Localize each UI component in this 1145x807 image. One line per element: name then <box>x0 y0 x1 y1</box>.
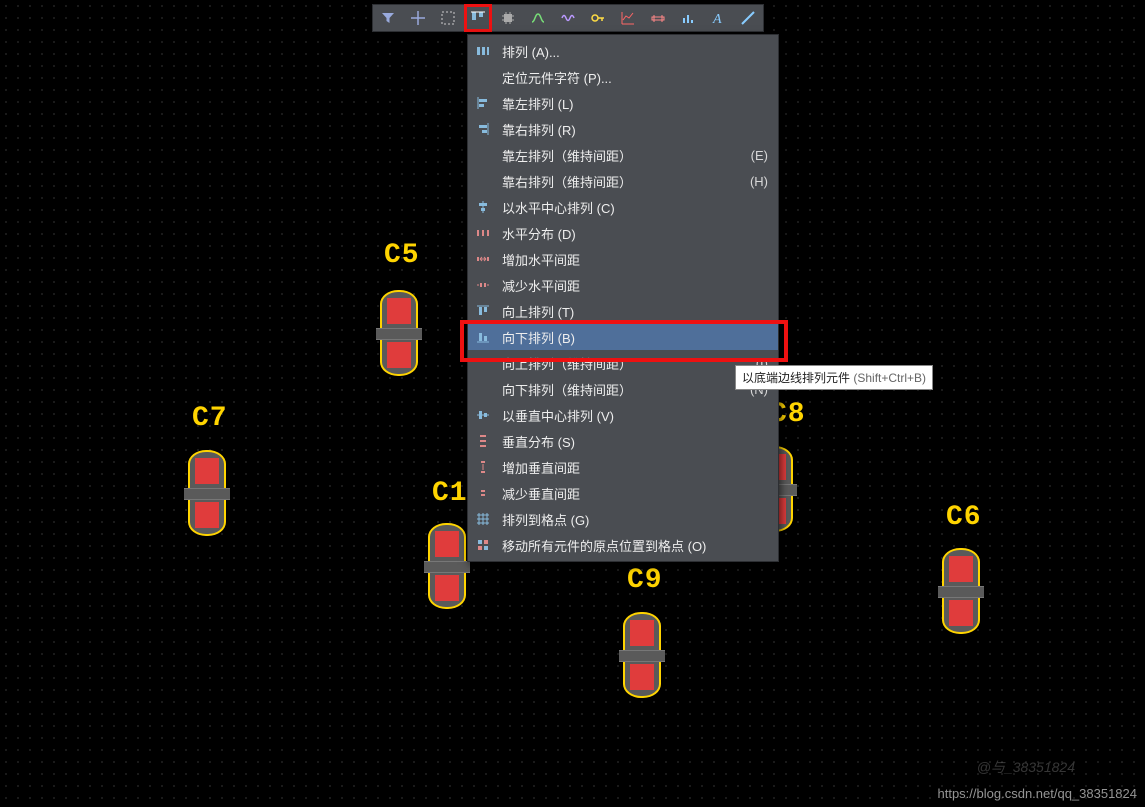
vspace-inc-icon <box>474 458 492 476</box>
line-icon[interactable] <box>737 7 759 29</box>
menu-item-11[interactable]: 向下排列 (B) <box>468 324 778 350</box>
key-icon[interactable] <box>587 7 609 29</box>
menu-item-label: 向下排列 (B) <box>502 328 768 347</box>
menu-item-15[interactable]: 垂直分布 (S) <box>468 428 778 454</box>
menu-item-12[interactable]: 向上排列（维持间距）(I) <box>468 350 778 376</box>
menu-item-2[interactable]: 靠左排列 (L) <box>468 90 778 116</box>
menu-item-5[interactable]: 靠右排列（维持间距） (H) <box>468 168 778 194</box>
menu-item-0[interactable]: 排列 (A)... <box>468 38 778 64</box>
align-icon[interactable] <box>467 7 489 29</box>
text-icon[interactable]: A <box>707 7 729 29</box>
menu-item-label: 靠左排列（维持间距） <box>502 146 739 165</box>
menu-item-label: 垂直分布 (S) <box>502 432 768 451</box>
align-dropdown-menu: 排列 (A)... 定位元件字符 (P)... 靠左排列 (L) 靠右排列 (R) 靠左… <box>467 34 779 562</box>
hspace-inc-icon <box>474 250 492 268</box>
align-hcenter-icon <box>474 198 492 216</box>
watermark-tag: @与_38351824 <box>977 757 1075 777</box>
menu-item-13[interactable]: 向下排列（维持间距）(N) <box>468 376 778 402</box>
menu-item-label: 移动所有元件的原点位置到格点 (O) <box>502 536 768 555</box>
menu-item-4[interactable]: 靠左排列（维持间距） (E) <box>468 142 778 168</box>
component-body[interactable] <box>623 612 661 698</box>
menu-item-label: 减少水平间距 <box>502 276 768 295</box>
component-body[interactable] <box>428 523 466 609</box>
menu-item-10[interactable]: 向上排列 (T) <box>468 298 778 324</box>
align-right-icon <box>474 120 492 138</box>
align-vcenter-icon <box>474 406 492 424</box>
align-top-icon <box>474 302 492 320</box>
menu-item-label: 向上排列（维持间距） <box>502 354 744 373</box>
wave-icon[interactable] <box>557 7 579 29</box>
tooltip-text: 以底端边线排列元件 <box>742 371 850 385</box>
crosshair-icon[interactable] <box>407 7 429 29</box>
component-label: C5 <box>384 240 420 271</box>
menu-item-label: 以垂直中心排列 (V) <box>502 406 768 425</box>
menu-item-3[interactable]: 靠右排列 (R) <box>468 116 778 142</box>
align-left-icon <box>474 94 492 112</box>
arrange-icon <box>474 42 492 60</box>
bar-chart-icon[interactable] <box>677 7 699 29</box>
blank-icon <box>474 172 492 190</box>
menu-item-1[interactable]: 定位元件字符 (P)... <box>468 64 778 90</box>
menu-item-label: 排列 (A)... <box>502 42 768 61</box>
menu-item-9[interactable]: 减少水平间距 <box>468 272 778 298</box>
component-body[interactable] <box>380 290 418 376</box>
vdist-icon <box>474 432 492 450</box>
blank-icon <box>474 380 492 398</box>
hspace-dec-icon <box>474 276 492 294</box>
blank-icon <box>474 354 492 372</box>
menu-item-label: 向下排列（维持间距） <box>502 380 738 399</box>
blank-icon <box>474 68 492 86</box>
menu-item-label: 定位元件字符 (P)... <box>502 68 768 87</box>
menu-item-label: 排列到格点 (G) <box>502 510 768 529</box>
tooltip-shortcut: (Shift+Ctrl+B) <box>853 371 926 385</box>
align-grid-icon <box>474 510 492 528</box>
menu-item-label: 靠左排列 (L) <box>502 94 768 113</box>
component-body[interactable] <box>188 450 226 536</box>
menu-item-19[interactable]: 移动所有元件的原点位置到格点 (O) <box>468 532 778 558</box>
menu-item-label: 减少垂直间距 <box>502 484 768 503</box>
hdist-icon <box>474 224 492 242</box>
component-label: C1 <box>432 478 468 509</box>
route-icon[interactable] <box>527 7 549 29</box>
watermark-url: https://blog.csdn.net/qq_38351824 <box>938 786 1138 801</box>
menu-item-17[interactable]: 减少垂直间距 <box>468 480 778 506</box>
toolbar: A <box>372 4 764 32</box>
menu-item-18[interactable]: 排列到格点 (G) <box>468 506 778 532</box>
chip-icon[interactable] <box>497 7 519 29</box>
menu-item-label: 以水平中心排列 (C) <box>502 198 768 217</box>
menu-item-6[interactable]: 以水平中心排列 (C) <box>468 194 778 220</box>
origin-grid-icon <box>474 536 492 554</box>
menu-item-label: 靠右排列（维持间距） <box>502 172 738 191</box>
component-label: C7 <box>192 403 228 434</box>
graph-icon[interactable] <box>617 7 639 29</box>
menu-item-7[interactable]: 水平分布 (D) <box>468 220 778 246</box>
blank-icon <box>474 146 492 164</box>
menu-item-8[interactable]: 增加水平间距 <box>468 246 778 272</box>
menu-item-label: 增加垂直间距 <box>502 458 768 477</box>
menu-item-key: (E) <box>751 148 768 163</box>
select-rect-icon[interactable] <box>437 7 459 29</box>
component-label: C6 <box>946 502 982 533</box>
menu-item-label: 靠右排列 (R) <box>502 120 768 139</box>
dimension-icon[interactable] <box>647 7 669 29</box>
menu-item-key: (H) <box>750 174 768 189</box>
align-bottom-icon <box>474 328 492 346</box>
menu-item-16[interactable]: 增加垂直间距 <box>468 454 778 480</box>
menu-item-label: 水平分布 (D) <box>502 224 768 243</box>
component-label: C9 <box>627 565 663 596</box>
tooltip: 以底端边线排列元件 (Shift+Ctrl+B) <box>735 365 933 390</box>
component-body[interactable] <box>942 548 980 634</box>
vspace-dec-icon <box>474 484 492 502</box>
filter-icon[interactable] <box>377 7 399 29</box>
svg-text:A: A <box>712 12 722 26</box>
menu-item-label: 增加水平间距 <box>502 250 768 269</box>
menu-item-label: 向上排列 (T) <box>502 302 768 321</box>
menu-item-14[interactable]: 以垂直中心排列 (V) <box>468 402 778 428</box>
